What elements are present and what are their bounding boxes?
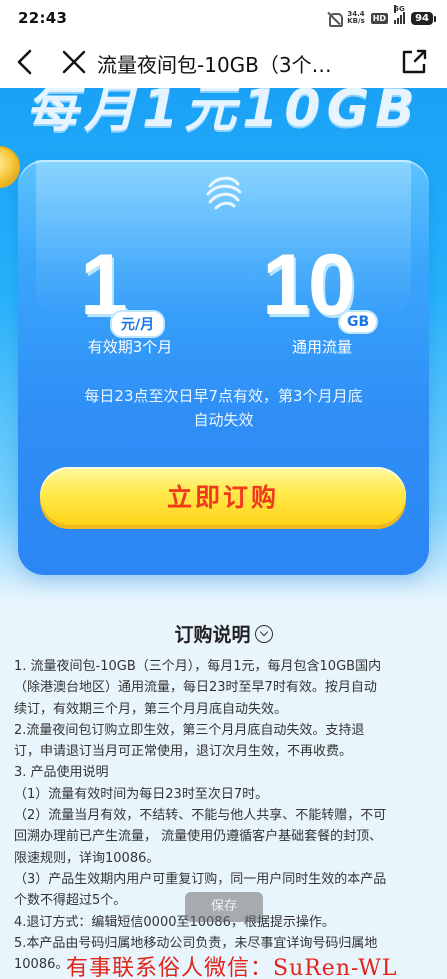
network-type: 5G — [394, 5, 405, 13]
signal-icon: 5G — [394, 5, 406, 24]
page-title: 流量夜间包-10GB（3个… — [97, 53, 332, 77]
status-icons: 34.4 KB/s HD 5G 94 — [327, 5, 436, 27]
flow-type-label: 通用流量 — [291, 338, 352, 356]
instructions-heading[interactable]: 订购说明 — [0, 620, 447, 647]
instruction-line: 续订，有效期三个月，第三个月月底自动失效。 — [14, 701, 288, 717]
package-card: 1 元/月 10 GB 有效期3个月 通用流量 每日23点至次日早7点有效，第3… — [18, 160, 429, 575]
instructions-title: 订购说明 — [174, 624, 251, 646]
network-speed-unit: KB/s — [347, 17, 365, 25]
instruction-line: 2.流量夜间包订购立即生效，第三个月月底自动失效。支持退 — [14, 722, 365, 738]
status-time: 22:43 — [18, 9, 68, 27]
mute-icon — [327, 11, 344, 27]
save-toast: 保存 — [185, 892, 263, 922]
instruction-line: （2）流量当月有效，不结转、不能与他人共享、不能转赠，不可 — [14, 808, 387, 824]
instruction-line: 限速规则，详询10086。 — [14, 850, 160, 866]
description-line-2: 自动失效 — [193, 411, 254, 429]
description-line-1: 每日23点至次日早7点有效，第3个月月底 — [84, 387, 363, 405]
instruction-line: 回溯办理前已产生流量， 流量使用仍遵循客户基础套餐的封顶、 — [14, 829, 383, 845]
battery-icon: 94 — [411, 11, 436, 25]
status-bar: 22:43 34.4 KB/s HD 5G 94 — [0, 0, 447, 36]
chevron-down-icon[interactable] — [254, 624, 273, 643]
network-speed: 34.4 KB/s — [347, 11, 364, 25]
coin-icon — [0, 146, 20, 188]
watermark-text: 有事联系俗人微信：SuRen-WL — [66, 956, 398, 979]
price-block: 1 元/月 — [80, 237, 210, 338]
price-unit-badge: 元/月 — [110, 310, 166, 338]
validity-label: 有效期3个月 — [87, 338, 173, 356]
close-icon[interactable] — [60, 48, 88, 76]
title-bar: 流量夜间包-10GB（3个… — [0, 36, 447, 88]
instruction-line: （除港澳台地区）通用流量，每日23时至早7时有效。按月自动 — [14, 680, 377, 696]
buy-now-button[interactable]: 立即订购 — [40, 467, 406, 525]
back-arrow-icon[interactable] — [12, 48, 40, 76]
china-mobile-logo-icon — [202, 170, 246, 214]
instruction-line: 1. 流量夜间包-10GB（三个月），每月1元，每月包含10GB国内 — [14, 659, 382, 674]
instruction-line: （3）产品生效期内用户可重复订购，同一用户同时生效的本产品 — [14, 871, 387, 887]
instruction-line: （1）流量有效时间为每日23时至次日7时。 — [14, 786, 269, 802]
banner-headline: 每月1元10GB — [26, 88, 421, 139]
flow-unit-badge: GB — [338, 310, 379, 334]
instructions-body: 1. 流量夜间包-10GB（三个月），每月1元，每月包含10GB国内 （除港澳台地… — [14, 656, 439, 975]
share-icon[interactable] — [398, 46, 430, 78]
instruction-line: 3. 产品使用说明 — [14, 765, 109, 781]
hero-section: 每月1元10GB 1 元/月 10 GB 有效期3个月 通用流量 每日23点至次… — [0, 88, 447, 603]
package-description: 每日23点至次日早7点有效，第3个月月底 自动失效 — [48, 384, 399, 432]
flow-block: 10 GB — [262, 237, 402, 338]
hd-badge: HD — [370, 12, 389, 24]
instruction-line: 订，申请退订当月可正常使用，退订次月生效，不再收费。 — [14, 744, 353, 760]
